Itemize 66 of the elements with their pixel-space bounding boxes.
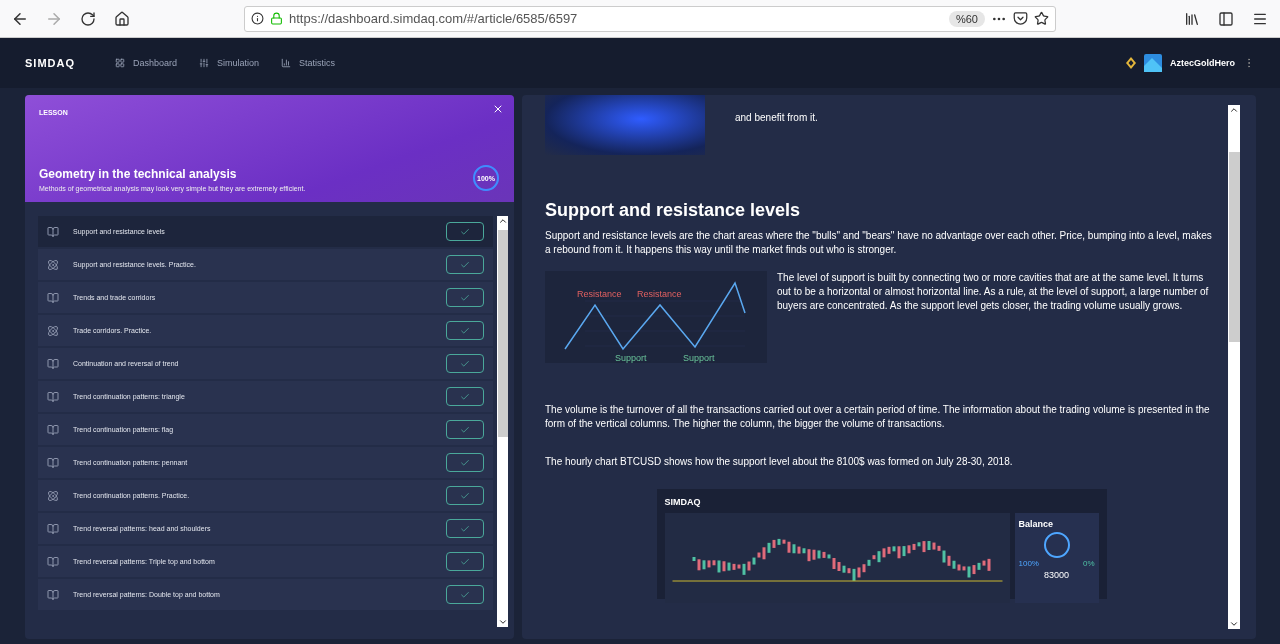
address-bar[interactable]: https://dashboard.simdaq.com/#/article/6585/6597 %60 <box>244 5 1056 32</box>
close-icon <box>492 103 504 115</box>
book-icon <box>47 423 59 436</box>
sidebar-icon[interactable] <box>1218 10 1234 27</box>
library-icon[interactable] <box>1184 10 1200 27</box>
book-icon <box>47 555 59 568</box>
check-icon <box>460 424 470 435</box>
shares-percent: 0% <box>1082 559 1095 569</box>
check-icon <box>460 523 470 534</box>
nav-link[interactable]: Statistics <box>281 58 336 68</box>
support-resistance-diagram: Resistance Resistance Support Support <box>545 271 767 363</box>
diamond-icon <box>1126 57 1136 69</box>
check-icon <box>460 457 470 468</box>
info-icon <box>251 12 264 25</box>
grid-icon <box>115 58 125 68</box>
scrollbar[interactable] <box>497 216 508 627</box>
balance-title: Balance <box>1018 518 1054 531</box>
progress-ring <box>472 164 500 192</box>
book-icon <box>47 456 59 469</box>
paragraph: The hourly chart BTCUSD shows how the support level about the 8100$ was formed on July 28-30, 2018. <box>545 455 1014 469</box>
bookmark-icon[interactable] <box>1034 11 1049 26</box>
book-icon <box>47 357 59 370</box>
check-icon <box>460 589 470 600</box>
book-icon <box>47 588 59 601</box>
paragraph: Support and resistance levels are the chart areas where the "bulls" and "bears" have no advantage over each other. Price, bumping into a level, makes a rebound from it. It happens this way until the market finds out who is stronger. <box>545 229 1213 257</box>
lesson-title: Geometry in the technical analysis <box>39 167 238 181</box>
check-icon <box>460 226 470 237</box>
check-icon <box>460 292 470 303</box>
scrollbar[interactable] <box>1228 105 1240 629</box>
user-name[interactable]: AztecGoldHero <box>1170 58 1235 68</box>
atom-icon <box>47 489 59 502</box>
nav-link[interactable]: Simulation <box>199 58 260 68</box>
url-text: https://dashboard.simdaq.com/#/article/6585/6597 <box>289 11 579 26</box>
home-icon[interactable] <box>114 10 130 27</box>
cash-percent: 100% <box>1018 559 1039 569</box>
scroll-up-icon[interactable] <box>1229 105 1239 115</box>
book-icon <box>47 522 59 535</box>
screenshot-logo: SIMDAQ <box>664 496 701 509</box>
balance-ring-icon <box>1042 531 1071 559</box>
nav-link[interactable]: Dashboard <box>115 58 178 68</box>
zoom-level[interactable]: %60 <box>948 10 985 27</box>
scroll-down-icon[interactable] <box>1229 619 1239 629</box>
check-icon <box>460 490 470 501</box>
scroll-down-icon[interactable] <box>497 617 508 627</box>
lock-icon <box>270 12 283 25</box>
check-icon <box>460 325 470 336</box>
sliders-icon <box>199 58 210 68</box>
logo[interactable]: SIMDAQ <box>25 57 75 69</box>
reload-icon[interactable] <box>80 10 96 27</box>
atom-icon <box>47 258 59 271</box>
book-icon <box>47 390 59 403</box>
close-button[interactable] <box>492 103 504 115</box>
paragraph: The volume is the turnover of all the transactions carried out over a certain period of time. The information about the trading volume is presented in the form of the vertical columns. The higher the column, the bigger the volume of transactions. <box>545 403 1211 431</box>
check-icon <box>460 391 470 402</box>
check-icon <box>460 556 470 567</box>
check-icon <box>460 358 470 369</box>
pocket-icon[interactable] <box>1013 11 1028 26</box>
paragraph: and benefit from it. <box>735 111 818 125</box>
book-icon <box>47 291 59 304</box>
book-icon <box>47 225 59 238</box>
scroll-up-icon[interactable] <box>497 216 508 226</box>
atom-icon <box>47 324 59 337</box>
paragraph: The level of support is built by connecting two or more cavities that are at the same level. It turns out to be a horizontal or almost horizontal line. As a rule, at the level of support, a large number of buyers are concentrated. As the support level gets closer, the trading volume usually grows. <box>777 271 1210 313</box>
check-icon <box>460 259 470 270</box>
balance-amount: 83000 <box>1044 569 1069 581</box>
bar-chart-icon <box>281 58 292 68</box>
